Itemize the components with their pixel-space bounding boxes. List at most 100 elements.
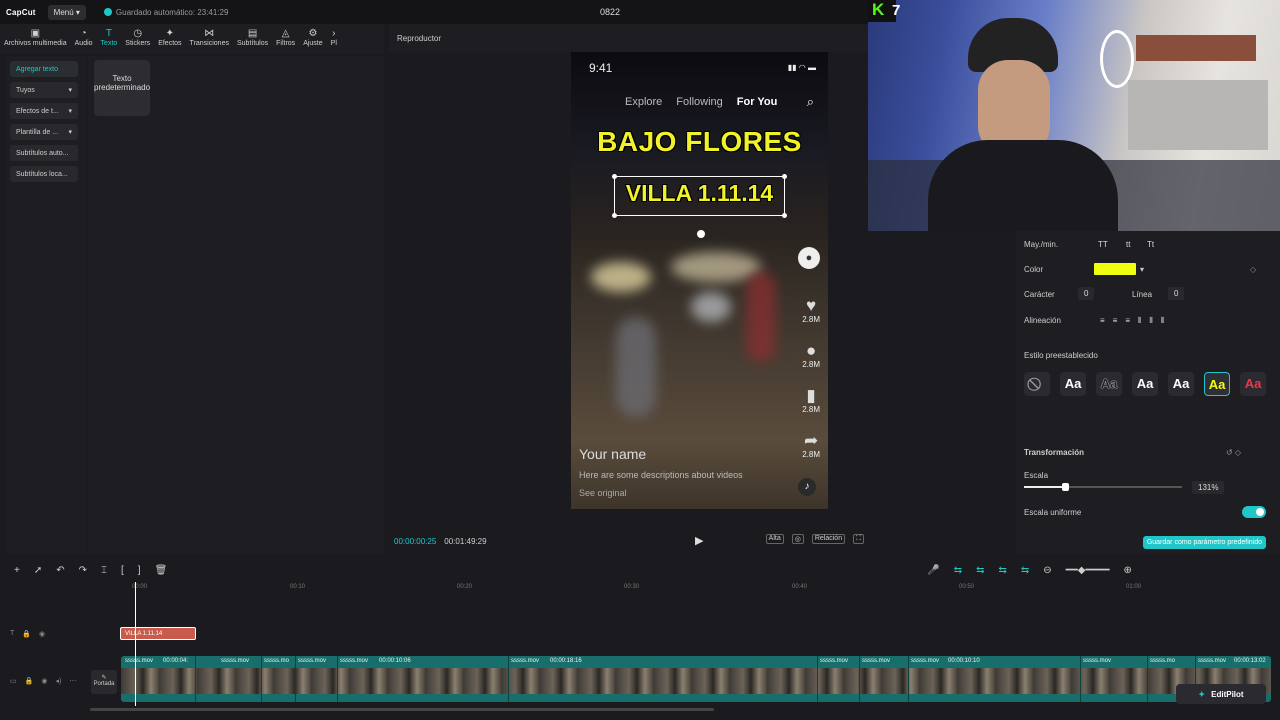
link-icon[interactable]: ⇆	[954, 565, 962, 576]
tab-text[interactable]: T Texto	[97, 28, 122, 47]
preset-style[interactable]: Aa	[1168, 372, 1194, 396]
zoom-slider[interactable]: ━━◆━━━━	[1066, 565, 1110, 576]
playhead[interactable]	[135, 582, 136, 706]
fullscreen-icon[interactable]: ⛶	[853, 534, 864, 544]
select-icon[interactable]: ➚	[34, 565, 42, 576]
color-swatch[interactable]	[1094, 263, 1136, 275]
menu-label: Menú	[53, 7, 74, 17]
tab-label: Transiciones	[189, 40, 229, 47]
redo-icon[interactable]: ↷	[79, 565, 87, 576]
preset-style-selected[interactable]: Aa	[1204, 372, 1230, 396]
quality-button[interactable]: Alta	[765, 534, 784, 544]
eye-icon[interactable]: ◉	[41, 677, 47, 685]
no-style-icon[interactable]: ⃠	[1024, 372, 1050, 396]
phone-tab-following: Following	[676, 96, 723, 108]
title-bajo-flores[interactable]: BAJO FLORES	[571, 126, 828, 158]
case-lower[interactable]: tt	[1126, 240, 1130, 249]
nav-add-text[interactable]: Agregar texto	[10, 61, 78, 77]
media-icon: ▣	[30, 28, 41, 39]
nav-label: Tuyos	[16, 86, 35, 94]
split-icon[interactable]: ⌶	[101, 565, 107, 576]
reset-icon[interactable]: ↺ ◇	[1226, 448, 1241, 457]
rotate-handle-icon[interactable]	[697, 230, 705, 238]
preset-style[interactable]: Aa	[1132, 372, 1158, 396]
person-shape	[746, 272, 776, 362]
resize-handle[interactable]	[612, 213, 617, 218]
audio-icon[interactable]: ◂)	[55, 677, 61, 685]
tab-label: Archivos multimedia	[4, 40, 67, 47]
nav-local-subtitles[interactable]: Subtítulos loca...	[10, 166, 78, 182]
lock-icon[interactable]: 🔒	[25, 677, 34, 685]
play-icon[interactable]: ▶	[695, 534, 703, 547]
transform-label[interactable]: Transformación	[1024, 448, 1084, 457]
more-icon[interactable]: ⋯	[69, 677, 76, 685]
zoom-out-icon[interactable]: ⊖	[1043, 565, 1051, 576]
slider-fill	[1024, 486, 1066, 488]
resize-handle[interactable]	[782, 213, 787, 218]
eye-icon[interactable]: ◉	[39, 630, 45, 638]
keyframe-icon[interactable]: ◇	[1250, 265, 1256, 274]
ratio-button[interactable]: Relación	[811, 534, 846, 544]
save-preset-button[interactable]: Guardar como parámetro predefinido	[1142, 536, 1266, 549]
nav-auto-subtitles[interactable]: Subtítulos auto...	[10, 145, 78, 161]
timeline-scrollbar[interactable]	[90, 708, 714, 711]
tab-effects[interactable]: ✦ Efectos	[154, 28, 185, 47]
tab-media[interactable]: ▣ Archivos multimedia	[0, 28, 71, 47]
scale-input[interactable]: 131%	[1192, 481, 1225, 494]
video-track[interactable]: sssss.mov 00:00:04: sssss.mov sssss.mo ss…	[121, 656, 1271, 702]
chevron-down-icon[interactable]: ▾	[1140, 265, 1144, 274]
screenshot-icon[interactable]: ◎	[791, 534, 804, 544]
mic-icon[interactable]: 🎤	[927, 565, 939, 576]
default-text-card[interactable]: Texto predeterminado	[94, 60, 150, 116]
preset-style[interactable]: Aa	[1240, 372, 1266, 396]
delete-icon[interactable]: 🗑	[155, 565, 168, 576]
add-icon[interactable]: +	[14, 565, 20, 576]
cover-button[interactable]: ✎ Portada	[91, 670, 117, 694]
case-upper[interactable]: TT	[1098, 240, 1108, 249]
undo-icon[interactable]: ↶	[56, 565, 64, 576]
preset-label: Estilo preestablecido	[1024, 351, 1098, 360]
slider-knob[interactable]	[1062, 483, 1069, 491]
nav-text-effects[interactable]: Efectos de t... ▾	[10, 103, 78, 119]
tab-transitions[interactable]: ⋈ Transiciones	[186, 28, 233, 47]
tab-plugins[interactable]: › Pl	[327, 28, 341, 47]
chevron-down-icon: ▾	[68, 129, 72, 136]
clip-duration: 00:00:10:10	[948, 658, 980, 664]
editpilot-button[interactable]: ✦ EditPilot	[1176, 684, 1266, 704]
nav-label: Subtítulos auto...	[16, 149, 69, 157]
menu-button[interactable]: Menú ▾	[47, 4, 86, 20]
char-spacing-input[interactable]: 0	[1078, 287, 1095, 300]
trim-left-icon[interactable]: [	[121, 565, 124, 576]
clip-divider	[195, 656, 196, 702]
tab-audio[interactable]: ◔ Audio	[71, 28, 97, 47]
text-selection-box[interactable]	[612, 174, 787, 218]
lock-icon[interactable]: 🔒	[22, 630, 31, 638]
line-spacing-input[interactable]: 0	[1168, 287, 1185, 300]
total-time: 00:01:49:29	[444, 536, 487, 546]
preset-style[interactable]: Aa	[1096, 372, 1122, 396]
tab-filters[interactable]: ◬ Filtros	[272, 28, 299, 47]
uniform-scale-toggle[interactable]	[1242, 506, 1266, 518]
tab-subtitles[interactable]: ▤ Subtítulos	[233, 28, 272, 47]
ruler-tick: 01:00	[1126, 584, 1142, 590]
tab-stickers[interactable]: ◷ Stickers	[121, 28, 154, 47]
scale-slider[interactable]	[1024, 483, 1182, 491]
nav-tuyos[interactable]: Tuyos ▾	[10, 82, 78, 98]
trim-right-icon[interactable]: ]	[138, 565, 141, 576]
text-clip[interactable]: VILLA 1.11.14	[120, 627, 196, 640]
see-original: See original	[579, 488, 627, 498]
timeline-toolbar: + ➚ ↶ ↷ ⌶ [ ] 🗑 🎤 ⇆ ⇆ ⇆ ⇆ ⊖ ━━◆━━━━ ⊕	[0, 558, 1280, 582]
magnet-icon[interactable]: ⇆	[976, 565, 984, 576]
align-icons[interactable]: ≡≡≡⫴⫴⫴	[1100, 316, 1172, 326]
clip-divider	[859, 656, 860, 702]
resize-handle[interactable]	[612, 174, 617, 179]
tab-adjust[interactable]: ⚙ Ajuste	[299, 28, 326, 47]
preset-style[interactable]: Aa	[1060, 372, 1086, 396]
video-preview[interactable]: 9:41 ▮▮ ◠ ▬ Explore Following For You ⌕ …	[571, 52, 828, 509]
preview-axis-icon[interactable]: ⇆	[1021, 565, 1029, 576]
nav-templates[interactable]: Plantilla de ... ▾	[10, 124, 78, 140]
zoom-in-icon[interactable]: ⊕	[1124, 565, 1132, 576]
resize-handle[interactable]	[782, 174, 787, 179]
snap-icon[interactable]: ⇆	[999, 565, 1007, 576]
case-title[interactable]: Tt	[1147, 240, 1154, 249]
